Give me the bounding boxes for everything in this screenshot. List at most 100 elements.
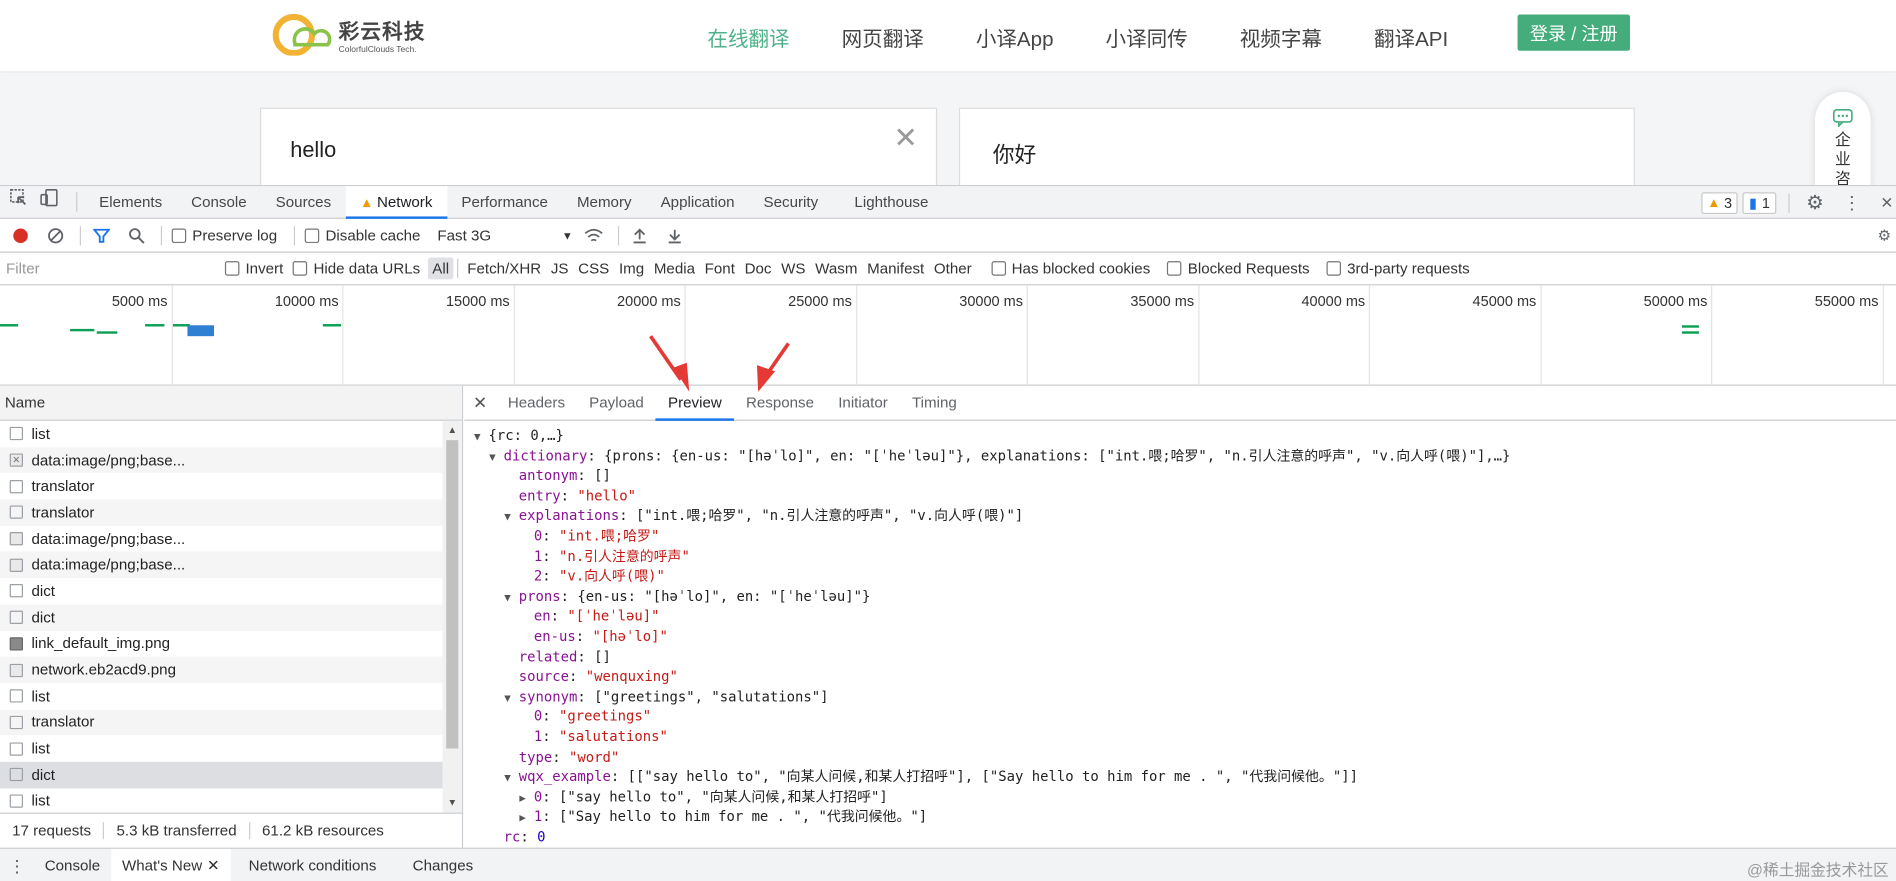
filter-icon[interactable] (91, 224, 113, 246)
drawer-menu-icon[interactable]: ⋮ (0, 856, 34, 877)
collapse-triangle-icon[interactable]: ▼ (504, 508, 519, 528)
scrollbar[interactable]: ▲ ▼ (442, 420, 462, 813)
collapse-triangle-icon[interactable]: ▼ (489, 448, 504, 468)
tab-sources[interactable]: Sources (261, 186, 345, 219)
request-row[interactable]: ✕ data:image/png;base... (0, 447, 443, 474)
filter-all[interactable]: All (427, 257, 454, 280)
drawer-tab-console[interactable]: Console (34, 848, 111, 881)
request-row[interactable]: link_default_img.png (0, 631, 443, 657)
source-text[interactable]: hello (290, 138, 336, 163)
filter-media[interactable]: Media (649, 258, 700, 280)
search-icon[interactable] (126, 224, 148, 246)
name-column-header[interactable]: Name (0, 385, 462, 421)
collapse-triangle-icon[interactable]: ▼ (504, 689, 519, 709)
device-toggle-icon[interactable] (35, 186, 69, 219)
more-options-icon[interactable]: ⋮ (1843, 192, 1861, 214)
json-tree-line[interactable]: ▼ synonym: ["greetings", "salutations"] (464, 686, 1896, 706)
collapse-triangle-icon[interactable]: ▼ (504, 769, 519, 789)
request-row[interactable]: list (0, 421, 443, 447)
blocked-requests-checkbox[interactable]: Blocked Requests (1167, 260, 1310, 277)
tab-application[interactable]: Application (646, 186, 749, 219)
nav-video-subtitle[interactable]: 视频字幕 (1240, 21, 1322, 51)
tab-initiator[interactable]: Initiator (826, 385, 900, 420)
request-row[interactable]: network.eb2acd9.png (0, 656, 443, 684)
tab-lighthouse[interactable]: Lighthouse (833, 186, 943, 219)
filter-img[interactable]: Img (614, 258, 649, 280)
gear-icon[interactable]: ⚙ (1806, 190, 1823, 214)
json-tree-line[interactable]: ▼ wqx_example: [["say hello to", "向某人问候,和… (464, 767, 1896, 787)
request-row[interactable]: dict (0, 578, 443, 604)
scroll-down-icon[interactable]: ▼ (446, 797, 458, 809)
collapse-triangle-icon[interactable]: ▼ (474, 428, 489, 448)
network-conditions-icon[interactable] (582, 224, 604, 246)
enterprise-consult-widget[interactable]: 企业咨 (1815, 91, 1871, 189)
invert-checkbox[interactable]: Invert (224, 260, 283, 277)
throttle-select[interactable]: Fast 3G ▼ (437, 227, 572, 244)
request-row[interactable]: dict (0, 604, 443, 631)
login-register-button[interactable]: 登录 / 注册 (1517, 14, 1631, 51)
nav-web-translate[interactable]: 网页翻译 (842, 21, 924, 51)
inspect-element-icon[interactable] (0, 186, 35, 219)
tab-elements[interactable]: Elements (85, 186, 177, 219)
request-row[interactable]: list (0, 735, 443, 761)
request-row[interactable]: dict (0, 761, 443, 788)
messages-badge[interactable]: ▮ 1 (1743, 191, 1777, 214)
third-party-requests-checkbox[interactable]: 3rd-party requests (1326, 260, 1470, 277)
tab-network[interactable]: ▲ Network (345, 185, 447, 219)
json-tree-line[interactable]: ▼ {rc: 0,…} (464, 426, 1896, 446)
tab-memory[interactable]: Memory (562, 186, 646, 219)
tab-timing[interactable]: Timing (900, 385, 969, 420)
disable-cache-checkbox[interactable]: Disable cache (304, 227, 420, 244)
request-row[interactable]: list (0, 788, 443, 813)
filter-ws[interactable]: WS (776, 258, 810, 280)
drawer-tab-network-conditions[interactable]: Network conditions (238, 848, 387, 881)
nav-online-translate[interactable]: 在线翻译 (707, 21, 789, 51)
filter-input[interactable]: Filter (2, 256, 211, 281)
drawer-tab-whats-new[interactable]: What's New ✕ (111, 848, 231, 881)
close-devtools-icon[interactable]: ✕ (1880, 193, 1893, 212)
filter-manifest[interactable]: Manifest (862, 258, 929, 280)
filter-doc[interactable]: Doc (740, 258, 777, 280)
clear-log-icon[interactable] (45, 224, 67, 246)
request-row[interactable]: translator (0, 499, 443, 526)
nav-xiaoyi-interpret[interactable]: 小译同传 (1106, 21, 1188, 51)
request-row[interactable]: data:image/png;base... (0, 526, 443, 552)
tab-performance[interactable]: Performance (447, 186, 563, 219)
json-tree-line[interactable]: ▼ explanations: ["int.喂;哈罗", "n.引人注意的呼声",… (464, 506, 1896, 526)
close-tab-icon[interactable]: ✕ (207, 857, 220, 874)
scrollbar-thumb[interactable] (446, 440, 459, 749)
request-row[interactable]: list (0, 683, 443, 709)
warnings-badge[interactable]: ▲ 3 (1701, 191, 1739, 214)
filter-js[interactable]: JS (546, 258, 573, 280)
hide-data-urls-checkbox[interactable]: Hide data URLs (292, 260, 420, 277)
request-row[interactable]: translator (0, 709, 443, 736)
filter-font[interactable]: Font (700, 258, 740, 280)
clear-icon[interactable]: ✕ (892, 124, 919, 153)
collapse-triangle-icon[interactable]: ▼ (504, 589, 519, 609)
json-tree-line[interactable]: ▼ dictionary: {prons: {en-us: "[həˈlo]", … (464, 446, 1896, 466)
request-row[interactable]: translator (0, 473, 443, 499)
filter-wasm[interactable]: Wasm (810, 258, 862, 280)
import-har-icon[interactable] (628, 224, 650, 246)
site-logo[interactable]: 彩云科技 ColorfulClouds Tech. (271, 12, 426, 57)
nav-xiaoyi-app[interactable]: 小译App (976, 21, 1054, 51)
preserve-log-checkbox[interactable]: Preserve log (171, 227, 277, 244)
tab-console[interactable]: Console (177, 186, 261, 219)
record-icon[interactable] (10, 224, 32, 246)
tab-security[interactable]: Security (749, 186, 833, 219)
json-tree-line[interactable]: ▶ 1: ["Say hello to him for me . ", "代我问候… (464, 807, 1896, 827)
export-har-icon[interactable] (663, 224, 685, 246)
json-tree-line[interactable]: ▼ prons: {en-us: "[həˈlo]", en: "[ˈheˈləu… (464, 586, 1896, 606)
nav-translate-api[interactable]: 翻译API (1374, 21, 1448, 51)
close-detail-icon[interactable]: ✕ (464, 392, 495, 413)
filter-css[interactable]: CSS (573, 258, 614, 280)
network-settings-icon[interactable]: ⚙ (1878, 226, 1892, 244)
source-text-box[interactable]: hello ✕ (259, 107, 938, 193)
tab-headers[interactable]: Headers (496, 385, 577, 420)
filter-other[interactable]: Other (929, 258, 976, 280)
request-row[interactable]: data:image/png;base... (0, 551, 443, 579)
filter-fetch-xhr[interactable]: Fetch/XHR (462, 258, 546, 280)
json-tree-line[interactable]: ▶ 0: ["say hello to", "向某人问候,和某人打招呼"] (464, 787, 1896, 807)
drawer-tab-changes[interactable]: Changes (402, 848, 484, 881)
timeline-overview[interactable]: 5000 ms 10000 ms 15000 ms 20000 ms 25000 ms 3… (0, 285, 1896, 386)
